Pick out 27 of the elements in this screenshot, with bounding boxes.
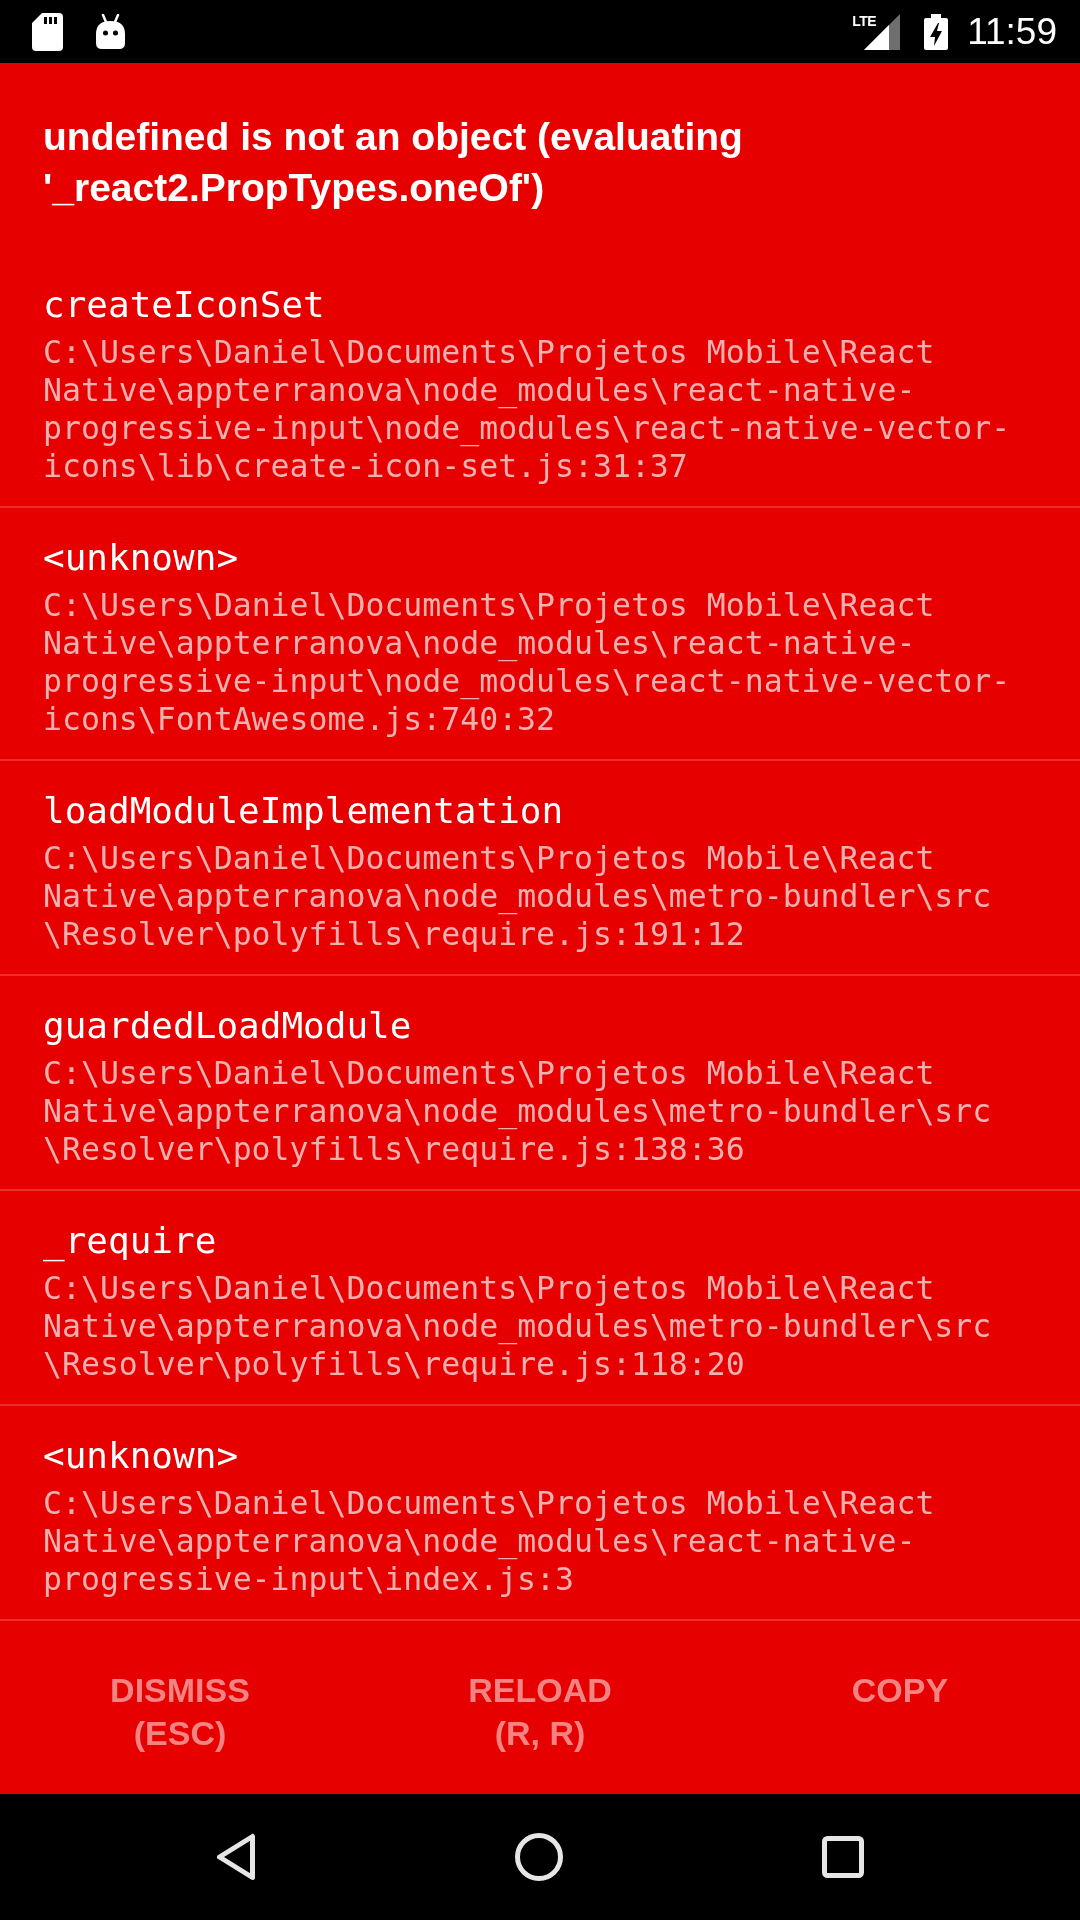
function-name: loadModuleImplementation: [43, 789, 565, 833]
file-path: C:\Users\Daniel\Documents\Projetos Mobile\React Native\appterranova\node_modules\react-native-progressive-input\index.js:3: [43, 1484, 936, 1598]
file-path: C:\Users\Daniel\Documents\Projetos Mobile\React Native\appterranova\node_modules\metro-bundler\src\Resolver\polyfills\require.js:138:36: [43, 1054, 993, 1168]
file-path: C:\Users\Daniel\Documents\Projetos Mobile\React Native\appterranova\node_modules\metro-bundler\src\Resolver\polyfills\require.js:118:20: [43, 1269, 993, 1383]
network-type: LTE: [852, 12, 877, 29]
stack-frame[interactable]: loadModuleImplementation C:\Users\Daniel\Documents\Projetos Mobile\React Native\appterranova\node_modules\metro-bundler\src\Resolver\polyfills\require.js:191:12: [0, 761, 1080, 976]
file-path: C:\Users\Daniel\Documents\Projetos Mobile\React Native\appterranova\node_modules\react-native-progressive-input\node_modules\react-native-vector-icons\lib\create-icon-set.js:31:37: [43, 333, 1012, 485]
stack-frame[interactable]: <unknown> C:\Users\Daniel\Documents\Projetos Mobile\React Native\appterranova\node_modules\react-native-progressive-input\index.js:3: [0, 1406, 1080, 1621]
sd-card-icon: [32, 12, 63, 51]
robot-head-icon: [95, 14, 126, 49]
function-name: _require: [43, 1219, 218, 1263]
recents-icon[interactable]: [822, 1836, 864, 1878]
stack-frame[interactable]: <unknown> C:\Users\Daniel\Documents\Projetos Mobile\React Native\appterranova\node_modules\react-native-progressive-input\node_modules\react-native-vector-icons\FontAwesome.js:740:32: [0, 508, 1080, 761]
function-name: guardedLoadModule: [43, 1004, 413, 1048]
stack-frame[interactable]: createIconSet C:\Users\Daniel\Documents\Projetos Mobile\React Native\appterranova\node_modules\react-native-progressive-input\node_modules\react-native-vector-icons\lib\create-icon-set.js:31:37: [0, 255, 1080, 508]
error-message: undefined is not an object (evaluating '_react2.PropTypes.oneOf'): [43, 114, 744, 211]
function-name: <unknown>: [43, 536, 240, 580]
home-icon[interactable]: [515, 1833, 563, 1881]
stack-frame[interactable]: guardedLoadModule C:\Users\Daniel\Documents\Projetos Mobile\React Native\appterranova\node_modules\metro-bundler\src\Resolver\polyfills\require.js:138:36: [0, 976, 1080, 1191]
back-icon[interactable]: [216, 1833, 256, 1881]
stack-frame[interactable]: _require C:\Users\Daniel\Documents\Projetos Mobile\React Native\appterranova\node_modules\metro-bundler\src\Resolver\polyfills\require.js:118:20: [0, 1191, 1080, 1406]
file-path: C:\Users\Daniel\Documents\Projetos Mobile\React Native\appterranova\node_modules\metro-bundler\src\Resolver\polyfills\require.js:191:12: [43, 839, 993, 953]
battery-charging-icon: [924, 13, 949, 50]
clock: 11:59: [967, 9, 1057, 54]
function-name: <unknown>: [43, 1434, 240, 1478]
function-name: createIconSet: [43, 283, 326, 327]
file-path: C:\Users\Daniel\Documents\Projetos Mobile\React Native\appterranova\node_modules\react-native-progressive-input\node_modules\react-native-vector-icons\FontAwesome.js:740:32: [43, 586, 1012, 738]
